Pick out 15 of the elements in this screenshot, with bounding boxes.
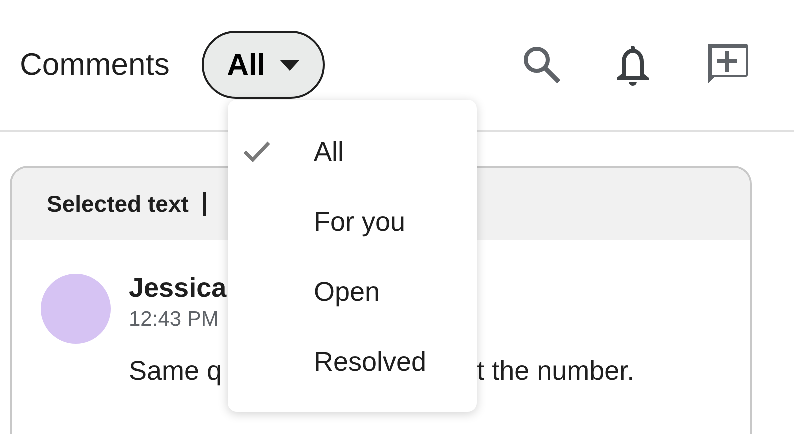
menu-item[interactable]: Open [228, 257, 477, 327]
panel-title: Comments [20, 46, 170, 84]
caret-icon [280, 60, 300, 70]
menu-item[interactable]: Resolved [228, 327, 477, 397]
author-name: Jessica [129, 274, 227, 304]
filter-dropdown[interactable]: All [202, 31, 325, 99]
comment-text: Same q [129, 355, 222, 388]
comment-text: t the number. [477, 355, 635, 388]
bell-icon[interactable] [614, 43, 652, 87]
selected-text-label: Selected text [47, 190, 189, 219]
comment-time: 12:43 PM [129, 306, 220, 333]
search-icon[interactable] [522, 45, 562, 85]
menu-item[interactable]: For you [228, 187, 477, 257]
menu-item[interactable]: All [228, 117, 477, 187]
separator-bar [202, 192, 206, 216]
